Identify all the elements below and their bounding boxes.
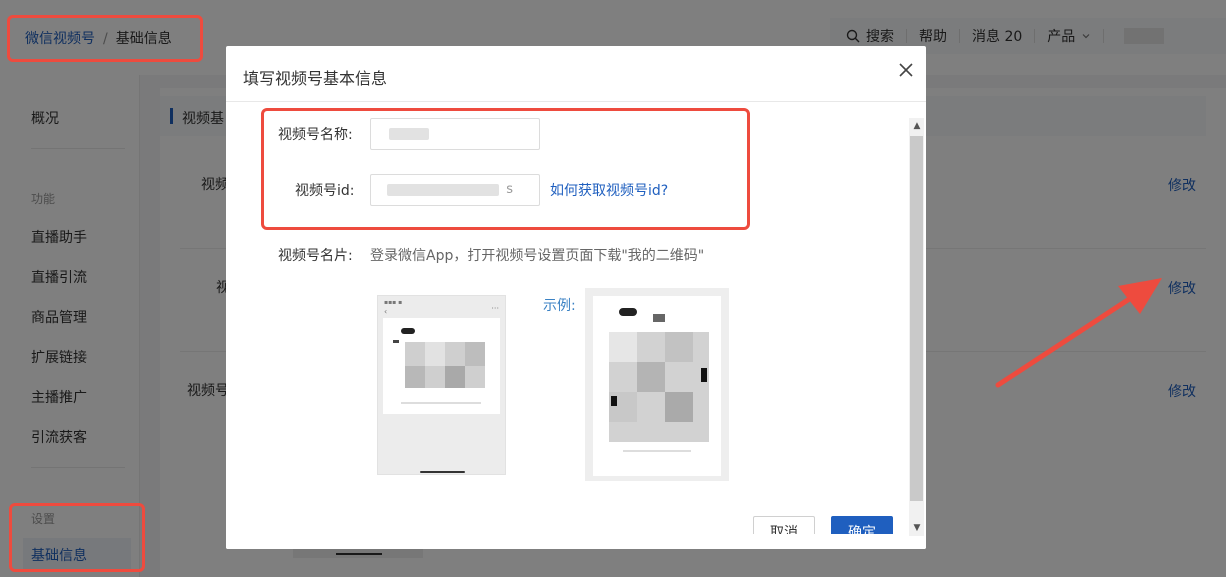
more-icon: ··· xyxy=(491,304,499,313)
annotation-box-breadcrumb xyxy=(7,15,203,62)
qr-card-preview xyxy=(383,318,500,414)
dialog-scrollbar[interactable]: ▲ ▼ xyxy=(909,118,924,536)
phone-screenshot-preview: ▪▪▪ ▪ ‹ ··· xyxy=(377,295,506,475)
phone-home-indicator xyxy=(420,471,465,473)
example-card-inner xyxy=(593,296,721,476)
scroll-up-icon[interactable]: ▲ xyxy=(912,121,922,131)
annotation-box-form-fields xyxy=(261,108,750,230)
channel-card-label: 视频号名片: xyxy=(278,248,353,264)
annotation-box-basic-info xyxy=(9,503,145,572)
phone-status-bar: ▪▪▪ ▪ xyxy=(384,299,403,306)
dialog-footer-edge xyxy=(226,534,926,549)
annotation-arrow-icon xyxy=(995,278,1162,388)
channel-card-description: 登录微信App，打开视频号设置页面下载"我的二维码" xyxy=(370,248,705,264)
example-label: 示例: xyxy=(543,298,576,314)
close-icon[interactable] xyxy=(896,60,916,80)
dialog-title: 填写视频号基本信息 xyxy=(243,69,388,88)
scroll-down-icon[interactable]: ▼ xyxy=(912,523,922,533)
chevron-left-icon: ‹ xyxy=(384,307,388,316)
dialog-header-divider xyxy=(226,101,926,102)
scrollbar-thumb[interactable] xyxy=(910,136,923,501)
example-qr-card xyxy=(585,288,729,481)
page: 微信视频号/基础信息 搜索 帮助 消息 20 产品 xyxy=(0,0,1226,577)
